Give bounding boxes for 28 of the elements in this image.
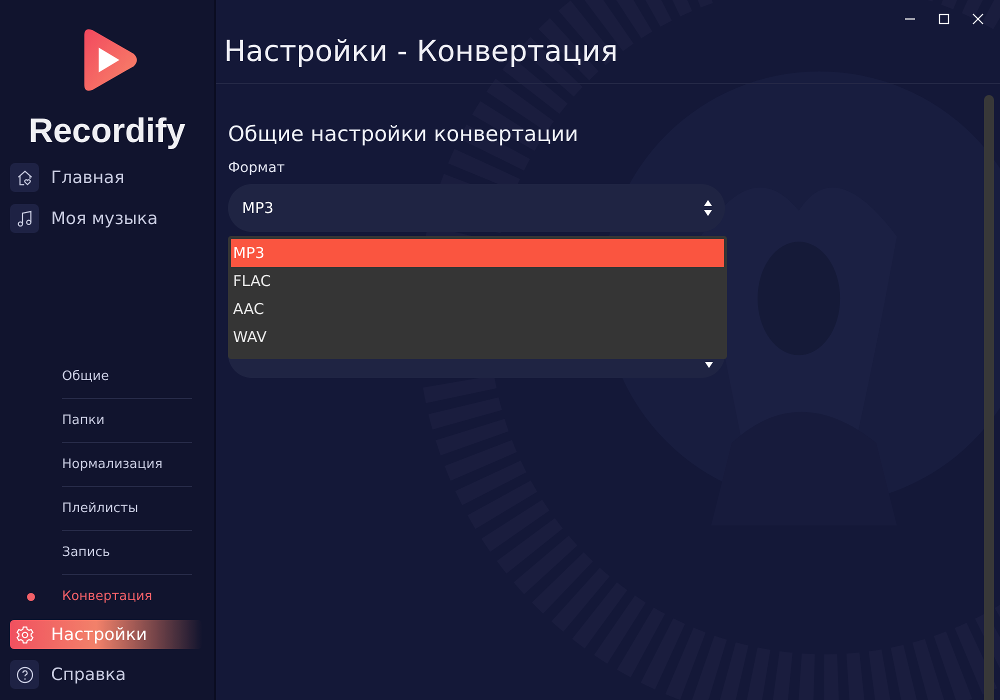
settings-subnav-item[interactable]: Общие xyxy=(62,369,109,384)
nav-item[interactable]: Справка xyxy=(10,660,202,689)
nav-label: Справка xyxy=(51,664,126,684)
nav-label: Моя музыка xyxy=(51,208,158,228)
nav-item[interactable]: Главная xyxy=(10,163,202,192)
scrollbar[interactable] xyxy=(984,95,994,700)
settings-subnav-item[interactable]: Нормализация xyxy=(62,457,163,472)
settings-subnav-item[interactable]: Запись xyxy=(62,545,110,560)
format-select[interactable]: MP3 xyxy=(228,184,725,232)
nav-label: Главная xyxy=(51,168,124,188)
settings-icon xyxy=(14,624,34,644)
section-title: Общие настройки конвертации xyxy=(228,122,580,146)
settings-subnav-item[interactable]: Конвертация xyxy=(62,589,152,604)
app-name: Recordify xyxy=(28,112,186,151)
nav-item[interactable]: Моя музыка xyxy=(10,204,202,233)
help-icon xyxy=(14,664,34,684)
dropdown-option[interactable]: FLAC xyxy=(231,267,724,295)
close-icon[interactable] xyxy=(972,13,984,25)
settings-subnav-item[interactable]: Папки xyxy=(62,413,105,428)
maximize-icon[interactable] xyxy=(938,13,950,25)
field-label: Формат xyxy=(228,160,286,176)
active-dot-icon xyxy=(27,593,35,601)
dropdown-option[interactable]: WAV xyxy=(231,323,724,351)
up-down-arrows-icon xyxy=(703,199,713,217)
page-title: Настройки - Конвертация xyxy=(224,34,620,68)
settings-subnav-item[interactable]: Плейлисты xyxy=(62,501,138,516)
dropdown-option[interactable]: AAC xyxy=(231,295,724,323)
down-arrow-icon xyxy=(705,362,713,368)
